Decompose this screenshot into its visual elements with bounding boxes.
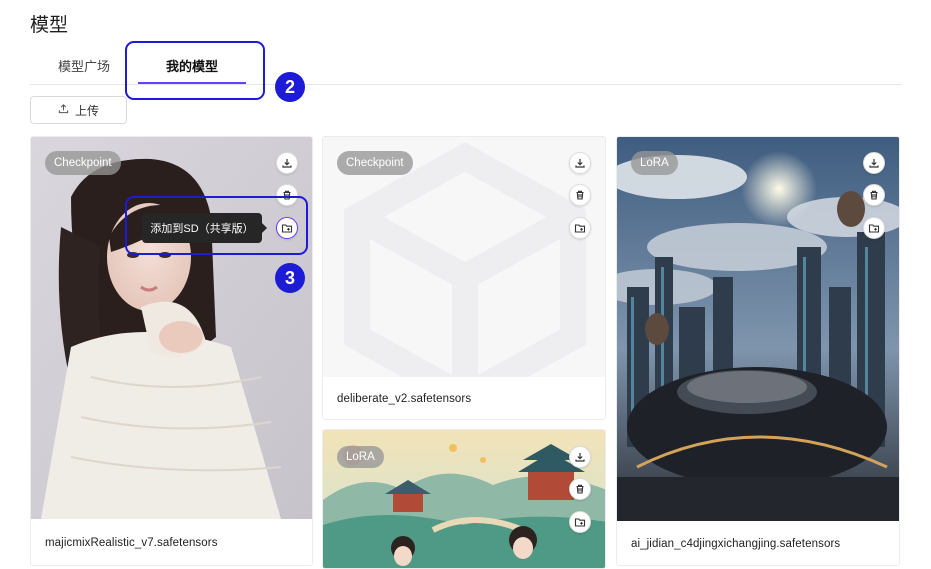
tab-model-market[interactable]: 模型广场 <box>58 56 110 75</box>
folder-add-icon <box>574 518 586 527</box>
trash-icon <box>576 190 584 200</box>
download-icon <box>282 159 292 168</box>
folder-add-icon <box>574 224 586 233</box>
model-thumbnail-portrait <box>31 137 312 519</box>
trash-icon <box>870 190 878 200</box>
model-type-badge: LoRA <box>631 151 678 175</box>
model-type-badge: Checkpoint <box>337 151 413 175</box>
model-card[interactable]: LoRA ai_jidian_c4djingxichangjing.safete… <box>616 136 900 566</box>
add-to-sd-button[interactable] <box>569 217 591 239</box>
annotation-box-add-button <box>125 196 308 255</box>
add-to-sd-button[interactable] <box>569 511 591 533</box>
download-button[interactable] <box>863 152 885 174</box>
delete-button[interactable] <box>569 478 591 500</box>
delete-button[interactable] <box>569 184 591 206</box>
annotation-step-badge: 2 <box>275 72 305 102</box>
upload-icon <box>58 103 69 117</box>
download-button[interactable] <box>569 152 591 174</box>
trash-icon <box>576 484 584 494</box>
delete-button[interactable] <box>863 184 885 206</box>
download-icon <box>575 159 585 168</box>
model-card[interactable]: Checkpoint deliberate_v2.safetensors <box>322 136 606 420</box>
page-title: 模型 <box>30 15 69 36</box>
download-icon <box>869 159 879 168</box>
annotation-box-tabs <box>125 41 265 100</box>
download-button[interactable] <box>276 152 298 174</box>
model-thumbnail-city <box>617 137 899 521</box>
upload-button[interactable]: 上传 <box>30 96 127 124</box>
annotation-step-badge: 3 <box>275 263 305 293</box>
model-filename: majicmixRealistic_v7.safetensors <box>31 519 312 565</box>
folder-add-icon <box>868 224 880 233</box>
add-to-sd-button[interactable] <box>863 217 885 239</box>
model-card[interactable]: LoRA <box>322 429 606 569</box>
model-filename: ai_jidian_c4djingxichangjing.safetensors <box>617 521 899 565</box>
upload-label: 上传 <box>74 103 99 118</box>
model-filename: deliberate_v2.safetensors <box>323 377 605 419</box>
download-button[interactable] <box>569 446 591 468</box>
model-type-badge: LoRA <box>337 446 384 468</box>
download-icon <box>575 453 585 462</box>
model-type-badge: Checkpoint <box>45 151 121 175</box>
